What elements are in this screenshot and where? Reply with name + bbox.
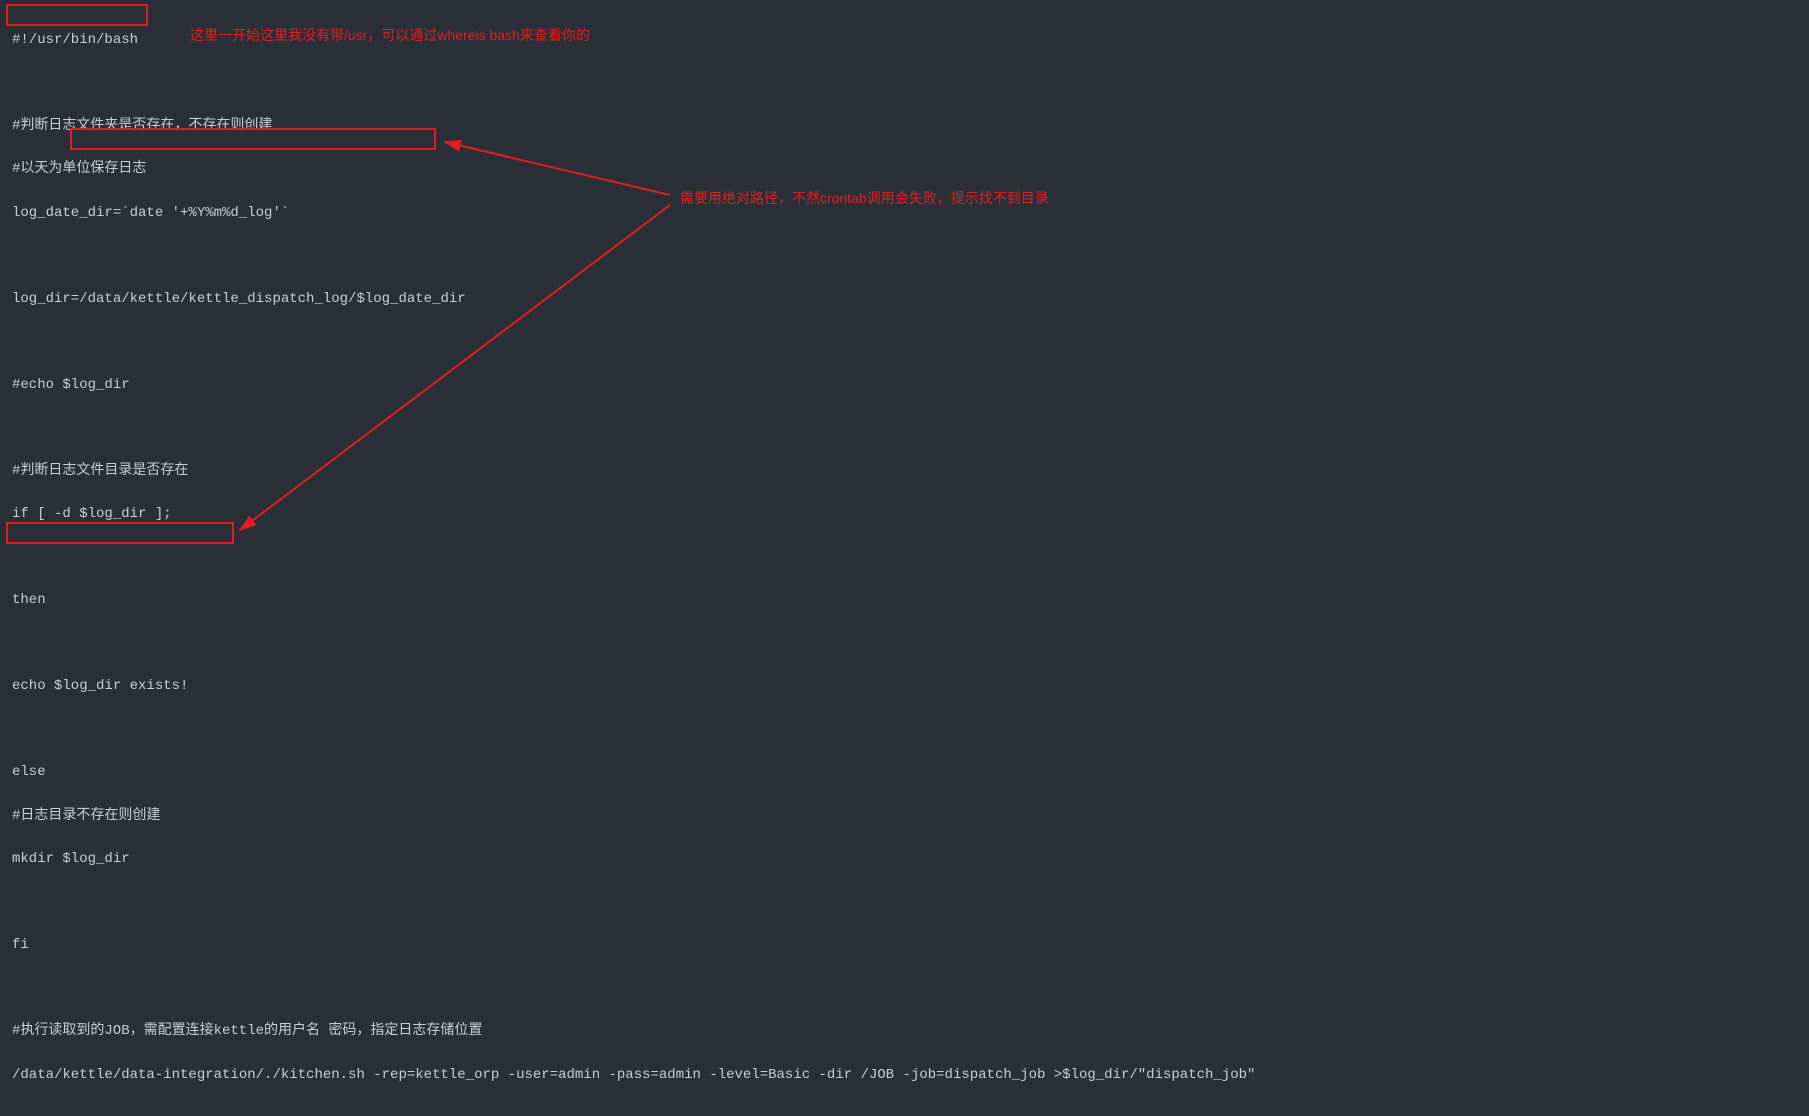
code-line: #echo $log_dir [12, 375, 1797, 397]
code-line: #执行读取到的JOB，需配置连接kettle的用户名 密码，指定日志存储位置 [12, 1021, 1797, 1043]
code-line: #以天为单位保存日志 [12, 159, 1797, 181]
code-line [12, 246, 1797, 267]
annotation-mid: 需要用绝对路径，不然crontab调用会失败，提示找不到目录 [680, 188, 1049, 210]
code-line [12, 892, 1797, 913]
code-line: /data/kettle/data-integration/./kitchen.… [12, 1065, 1797, 1087]
code-line [12, 73, 1797, 94]
code-line [12, 634, 1797, 655]
code-line [12, 332, 1797, 353]
annotation-top: 这里一开始这里我没有带/usr，可以通过whereis bash来查看你的 [190, 25, 590, 47]
code-line: #判断日志文件夹是否存在，不存在则创建 [12, 116, 1797, 138]
code-line [12, 418, 1797, 439]
code-line: log_dir=/data/kettle/kettle_dispatch_log… [12, 289, 1797, 311]
code-line: then [12, 590, 1797, 612]
code-line: echo $log_dir exists! [12, 676, 1797, 698]
code-line: if [ -d $log_dir ]; [12, 504, 1797, 526]
code-line [12, 547, 1797, 568]
code-line: fi [12, 935, 1797, 957]
code-line [12, 978, 1797, 999]
code-line: #日志目录不存在则创建 [12, 806, 1797, 828]
code-block: #!/usr/bin/bash #判断日志文件夹是否存在，不存在则创建 #以天为… [0, 0, 1809, 1116]
code-line: else [12, 762, 1797, 784]
code-line: #判断日志文件目录是否存在 [12, 461, 1797, 483]
code-line: mkdir $log_dir [12, 849, 1797, 871]
code-line [12, 720, 1797, 741]
